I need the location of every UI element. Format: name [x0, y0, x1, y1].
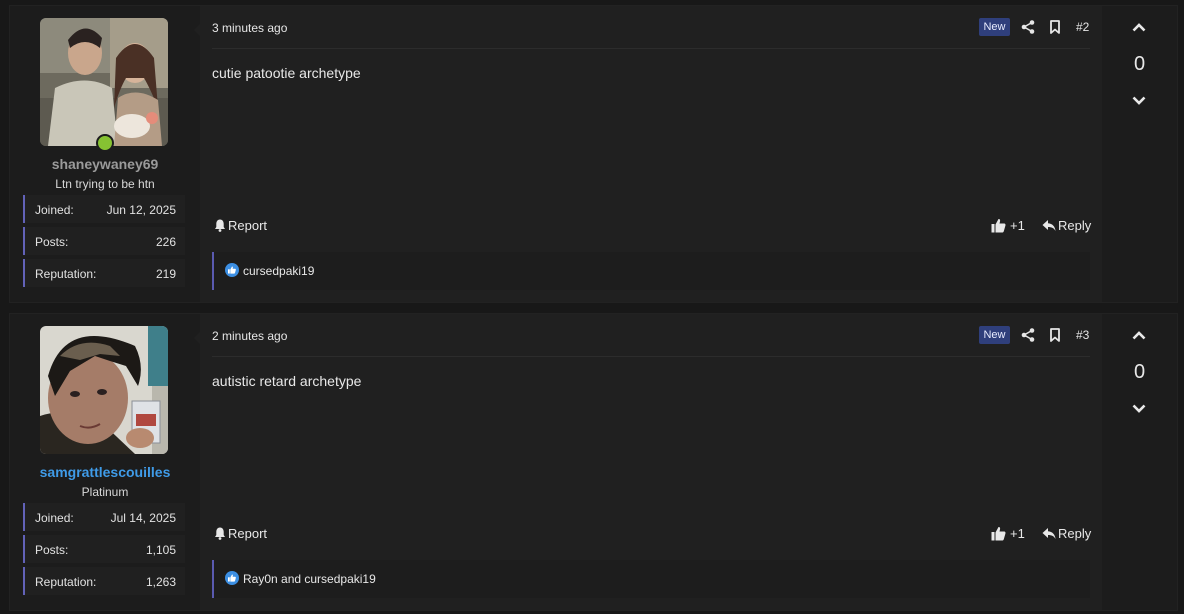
new-badge: New	[979, 18, 1010, 36]
reply-label: Reply	[1058, 218, 1092, 233]
report-label: Report	[228, 526, 268, 541]
like-reaction-icon	[225, 571, 239, 585]
reply-button[interactable]: Reply	[1042, 218, 1091, 233]
post-body: cutie patootie archetype	[212, 65, 361, 81]
upvote-chevron-icon[interactable]	[1132, 22, 1146, 32]
post-main: 3 minutes ago New #2 cutie patootie arch…	[194, 6, 1102, 302]
stat-value: 1,105	[145, 543, 176, 557]
post-timestamp[interactable]: 2 minutes ago	[212, 329, 287, 343]
post-3: samgrattlescouilles Platinum Joined: Jul…	[9, 313, 1178, 611]
new-badge: New	[979, 326, 1010, 344]
stat-label: Posts:	[35, 543, 69, 557]
stat-label: Joined:	[35, 203, 74, 217]
stat-joined: Joined: Jul 14, 2025	[23, 503, 185, 531]
stat-reputation: Reputation: 1,263	[23, 567, 185, 595]
report-button[interactable]: Report	[214, 526, 267, 541]
upvote-chevron-icon[interactable]	[1132, 330, 1146, 340]
user-title: Ltn trying to be htn	[55, 177, 155, 191]
post-user-info: shaneywaney69 Ltn trying to be htn Joine…	[10, 6, 200, 302]
divider	[212, 48, 1090, 49]
post-number-link[interactable]: #3	[1076, 328, 1089, 342]
stat-value: 219	[155, 267, 176, 281]
thumbs-up-icon	[991, 527, 1006, 541]
bookmark-icon[interactable]	[1049, 20, 1061, 34]
reply-label: Reply	[1058, 526, 1092, 541]
username[interactable]: shaneywaney69	[10, 156, 200, 172]
like-button[interactable]: +1	[991, 526, 1025, 541]
post-body: autistic retard archetype	[212, 373, 362, 389]
report-button[interactable]: Report	[214, 218, 267, 233]
reply-icon	[1042, 528, 1056, 539]
bell-icon	[215, 219, 225, 232]
user-avatar[interactable]	[40, 326, 168, 454]
stat-label: Posts:	[35, 235, 69, 249]
post-main: 2 minutes ago New #3 autistic retard arc…	[194, 314, 1102, 610]
vote-panel: 0	[1102, 6, 1177, 302]
stat-value: Jun 12, 2025	[106, 203, 176, 217]
reactions-users[interactable]: Ray0n and cursedpaki19	[243, 572, 376, 586]
reply-icon	[1042, 220, 1056, 231]
post-timestamp[interactable]: 3 minutes ago	[212, 21, 287, 35]
downvote-chevron-icon[interactable]	[1132, 96, 1146, 106]
post-number-link[interactable]: #2	[1076, 20, 1089, 34]
stat-reputation: Reputation: 219	[23, 259, 185, 287]
reactions-users[interactable]: cursedpaki19	[243, 264, 314, 278]
like-reaction-icon	[225, 263, 239, 277]
post-user-info: samgrattlescouilles Platinum Joined: Jul…	[10, 314, 200, 610]
username[interactable]: samgrattlescouilles	[10, 464, 200, 480]
thumbs-up-icon	[991, 219, 1006, 233]
divider	[212, 356, 1090, 357]
user-avatar[interactable]	[40, 18, 168, 146]
like-count: +1	[1010, 526, 1025, 541]
vote-panel: 0	[1102, 314, 1177, 610]
stat-joined: Joined: Jun 12, 2025	[23, 195, 185, 223]
post-2: shaneywaney69 Ltn trying to be htn Joine…	[9, 5, 1178, 303]
vote-count: 0	[1133, 53, 1146, 75]
user-title: Platinum	[81, 485, 129, 499]
stat-label: Reputation:	[35, 267, 97, 281]
bookmark-icon[interactable]	[1049, 328, 1061, 342]
stat-label: Reputation:	[35, 575, 97, 589]
bell-icon	[215, 527, 225, 540]
share-icon[interactable]	[1021, 20, 1035, 34]
vote-count: 0	[1133, 361, 1146, 383]
stat-posts: Posts: 226	[23, 227, 185, 255]
report-label: Report	[228, 218, 268, 233]
share-icon[interactable]	[1021, 328, 1035, 342]
online-status-dot	[96, 134, 114, 152]
like-count: +1	[1010, 218, 1025, 233]
downvote-chevron-icon[interactable]	[1132, 404, 1146, 414]
like-button[interactable]: +1	[991, 218, 1025, 233]
reply-button[interactable]: Reply	[1042, 526, 1091, 541]
reactions-bar[interactable]: Ray0n and cursedpaki19	[212, 560, 1090, 598]
reactions-bar[interactable]: cursedpaki19	[212, 252, 1090, 290]
stat-value: 1,263	[145, 575, 176, 589]
stat-value: 226	[155, 235, 176, 249]
stat-value: Jul 14, 2025	[110, 511, 176, 525]
stat-label: Joined:	[35, 511, 74, 525]
stat-posts: Posts: 1,105	[23, 535, 185, 563]
